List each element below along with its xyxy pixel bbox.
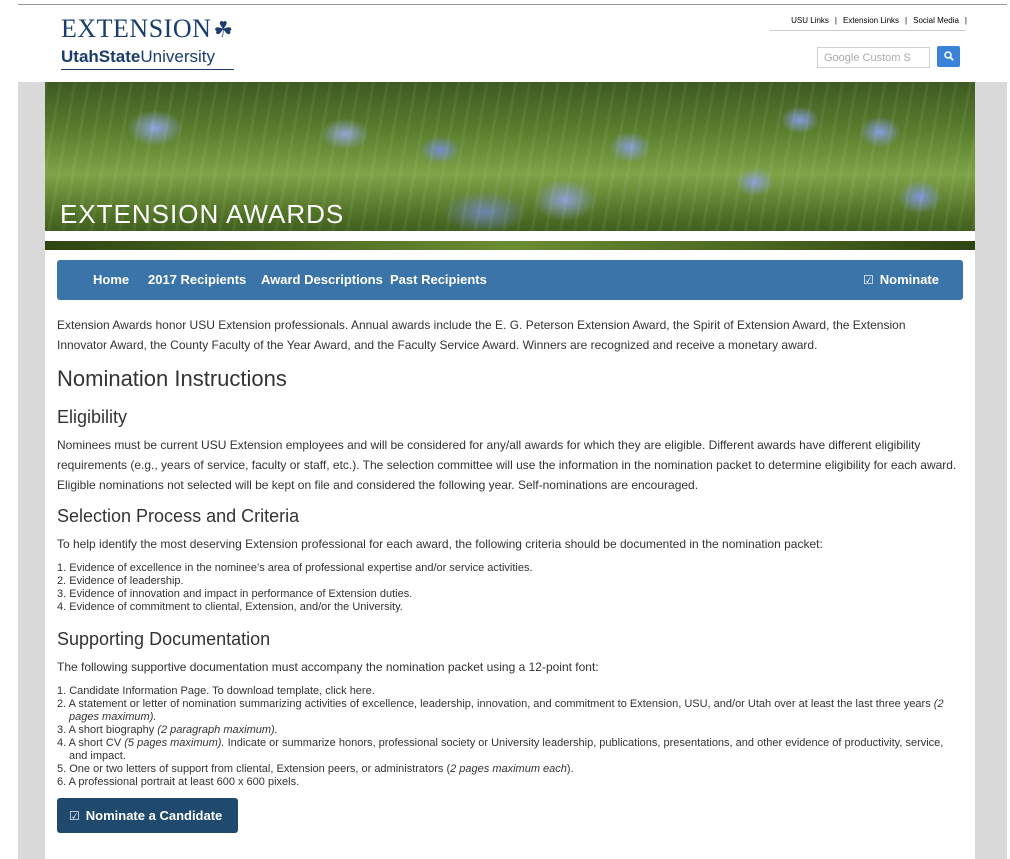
main-content: Home 2017 Recipients Award Descriptions … xyxy=(45,250,975,859)
search-button[interactable] xyxy=(937,46,960,67)
logo-extension: EXTENSION☘ xyxy=(61,14,234,45)
clover-icon: ☘ xyxy=(213,17,234,42)
doc-note: (5 pages maximum). xyxy=(124,737,225,749)
list-item: 1. Candidate Information Page. To downlo… xyxy=(57,685,375,697)
site-header: EXTENSION☘ UtahStateUniversity USU Links… xyxy=(0,0,1010,82)
list-item: 2. A statement or letter of nomination s… xyxy=(57,698,962,724)
left-gutter xyxy=(18,82,45,859)
eligibility-paragraph: Nominees must be current USU Extension e… xyxy=(57,438,957,492)
list-item: 3. A short biography (2 paragraph maximu… xyxy=(57,724,962,737)
site-logo[interactable]: EXTENSION☘ UtahStateUniversity xyxy=(61,14,234,70)
banner-title: EXTENSION AWARDS xyxy=(60,199,345,229)
nav-nominate[interactable]: ☑ Nominate xyxy=(863,272,939,287)
banner-grass-bar xyxy=(45,241,975,250)
documentation-list: 1. Candidate Information Page. To downlo… xyxy=(57,685,962,789)
selection-intro: To help identify the most deserving Exte… xyxy=(57,537,823,551)
list-item: 1. Evidence of excellence in the nominee… xyxy=(57,562,533,574)
doc-note: 2 pages maximum each xyxy=(450,763,567,775)
nav-nominate-label: Nominate xyxy=(879,272,939,287)
doc-text: ). xyxy=(566,763,574,775)
nominate-candidate-label: Nominate a Candidate xyxy=(85,808,223,823)
social-media-link[interactable]: Social Media xyxy=(907,16,965,25)
main-nav: Home 2017 Recipients Award Descriptions … xyxy=(57,260,963,300)
nav-award-descriptions[interactable]: Award Descriptions xyxy=(261,272,383,287)
doc-text: 4. A short CV xyxy=(57,737,125,749)
nominate-candidate-button[interactable]: ☑ Nominate a Candidate xyxy=(57,798,238,833)
nav-2017-recipients[interactable]: 2017 Recipients xyxy=(148,272,246,287)
supporting-intro: The following supportive documentation m… xyxy=(57,660,599,674)
search-input[interactable]: Google Custom S xyxy=(817,47,930,68)
nav-past-recipients[interactable]: Past Recipients xyxy=(390,272,487,287)
list-item: 5. One or two letters of support from cl… xyxy=(57,763,962,776)
top-divider xyxy=(18,4,1007,5)
intro-paragraph: Extension Awards honor USU Extension pro… xyxy=(57,318,906,352)
search-icon xyxy=(943,51,954,61)
logo-usu: UtahStateUniversity xyxy=(61,47,234,70)
doc-note: (2 paragraph maximum). xyxy=(157,724,278,736)
list-item: 4. A short CV (5 pages maximum). Indicat… xyxy=(57,737,962,763)
doc-text: 3. A short biography xyxy=(57,724,158,736)
usu-links-link[interactable]: USU Links xyxy=(785,16,835,25)
logo-extension-text: EXTENSION xyxy=(61,14,212,43)
checkbox-icon: ☑ xyxy=(69,809,80,823)
logo-usu-rest: University xyxy=(140,47,215,66)
supporting-heading: Supporting Documentation xyxy=(57,629,271,649)
selection-heading: Selection Process and Criteria xyxy=(57,506,300,526)
list-item: 3. Evidence of innovation and impact in … xyxy=(57,588,413,600)
logo-usu-bold: UtahState xyxy=(61,47,141,66)
checkbox-icon: ☑ xyxy=(863,273,874,287)
nav-home[interactable]: Home xyxy=(93,272,129,287)
right-gutter xyxy=(975,82,1007,859)
link-separator: | xyxy=(964,16,967,25)
hero-banner: EXTENSION AWARDS xyxy=(45,82,975,250)
banner-divider xyxy=(45,231,975,241)
list-item: 6. A professional portrait at least 600 … xyxy=(57,776,300,788)
doc-text: 5. One or two letters of support from cl… xyxy=(57,763,451,775)
doc-text: 2. A statement or letter of nomination s… xyxy=(57,698,934,710)
utility-links-underline xyxy=(770,30,966,31)
eligibility-heading: Eligibility xyxy=(57,407,128,427)
list-item: 4. Evidence of commitment to cliental, E… xyxy=(57,601,403,613)
extension-links-link[interactable]: Extension Links xyxy=(837,16,905,25)
utility-links: USU Links | Extension Links | Social Media | xyxy=(785,16,967,25)
list-item: 2. Evidence of leadership. xyxy=(57,575,184,587)
criteria-list: 1. Evidence of excellence in the nominee… xyxy=(57,562,962,614)
nomination-heading: Nomination Instructions xyxy=(57,366,287,391)
